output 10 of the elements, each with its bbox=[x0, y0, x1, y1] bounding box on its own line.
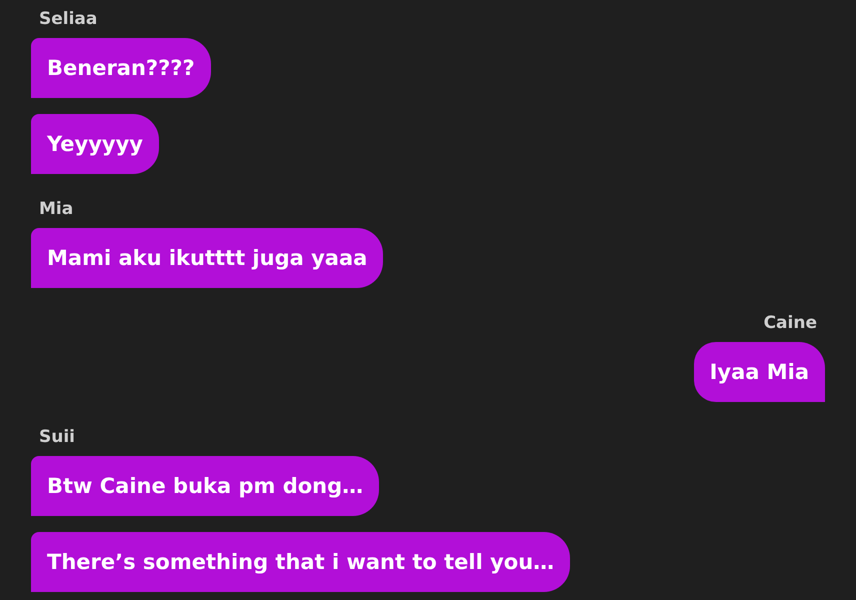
sender-name: Mia bbox=[38, 198, 74, 220]
message-bubble: There’s something that i want to tell you… bbox=[31, 532, 570, 592]
message-bubble: Btw Caine buka pm dong… bbox=[31, 456, 380, 516]
message-bubble: Mami aku ikutttt juga yaaa bbox=[31, 228, 384, 288]
sender-name: Caine bbox=[764, 312, 818, 334]
message-bubble: Yeyyyyy bbox=[31, 114, 159, 174]
sender-name: Seliaa bbox=[38, 8, 98, 30]
message-bubble: Iyaa Mia bbox=[694, 342, 825, 402]
sender-name: Suii bbox=[38, 426, 76, 448]
message-bubble: Beneran???? bbox=[31, 38, 211, 98]
